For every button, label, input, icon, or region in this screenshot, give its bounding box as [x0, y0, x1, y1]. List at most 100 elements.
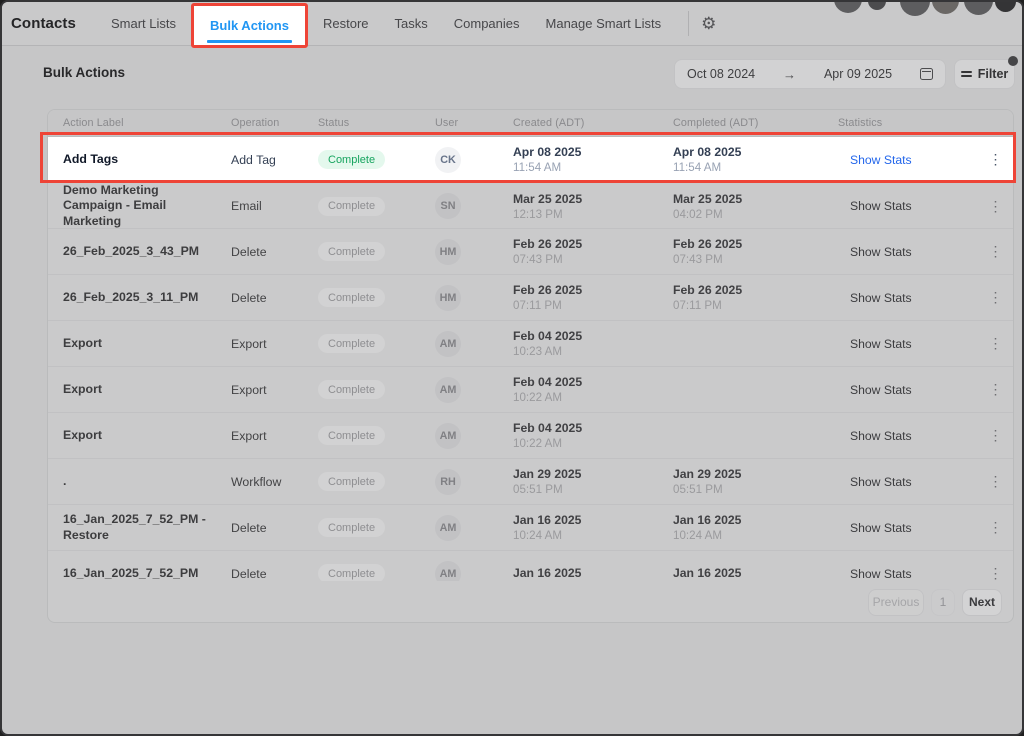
- created-date: Mar 25 2025: [513, 192, 673, 206]
- show-stats-link[interactable]: Show Stats: [838, 153, 912, 167]
- created-time: 07:11 PM: [513, 299, 673, 312]
- column-header-completed: Completed (ADT): [673, 117, 838, 129]
- table-header-row: Action Label Operation Status User Creat…: [48, 110, 1013, 137]
- created-date: Feb 04 2025: [513, 329, 673, 343]
- completed-date: Jan 16 2025: [673, 513, 838, 527]
- created-cell: Jan 16 2025: [513, 566, 673, 582]
- completed-time: 10:24 AM: [673, 529, 838, 542]
- status-badge: Complete: [318, 197, 385, 216]
- kebab-menu-icon[interactable]: ⋮: [983, 561, 1009, 581]
- created-time: 07:43 PM: [513, 253, 673, 266]
- created-date: Jan 16 2025: [513, 566, 673, 580]
- completed-time: 07:11 PM: [673, 299, 838, 312]
- created-date: Apr 08 2025: [513, 145, 673, 159]
- user-initials-avatar: AM: [435, 561, 461, 582]
- created-date: Feb 26 2025: [513, 237, 673, 251]
- created-cell: Jan 16 2025 10:24 AM: [513, 513, 673, 542]
- show-stats-link[interactable]: Show Stats: [838, 475, 912, 489]
- show-stats-link[interactable]: Show Stats: [838, 429, 912, 443]
- show-stats-link[interactable]: Show Stats: [838, 567, 912, 581]
- date-range-picker[interactable]: Oct 08 2024 → Apr 09 2025: [674, 59, 946, 89]
- table-row: 16_Jan_2025_7_52_PM Delete Complete AM J…: [48, 551, 1013, 581]
- status-badge: Complete: [318, 150, 385, 169]
- completed-cell: [673, 435, 838, 437]
- created-cell: Apr 08 2025 11:54 AM: [513, 145, 673, 174]
- kebab-menu-icon[interactable]: ⋮: [983, 515, 1009, 540]
- calendar-icon[interactable]: [920, 68, 933, 80]
- created-time: 10:23 AM: [513, 345, 673, 358]
- completed-cell: Jan 16 2025: [673, 566, 838, 582]
- next-page-button[interactable]: Next: [962, 589, 1002, 616]
- completed-cell: [673, 389, 838, 391]
- created-time: 10:24 AM: [513, 529, 673, 542]
- tab-smart-lists[interactable]: Smart Lists: [98, 2, 189, 46]
- page-number-button[interactable]: 1: [931, 589, 955, 616]
- user-initials-avatar: HM: [435, 285, 461, 311]
- operation-cell: Delete: [231, 521, 318, 535]
- operation-cell: Email: [231, 199, 318, 213]
- arrow-right-icon: →: [783, 67, 796, 82]
- pagination: Previous 1 Next: [48, 581, 1013, 623]
- created-cell: Feb 26 2025 07:11 PM: [513, 283, 673, 312]
- status-badge: Complete: [318, 472, 385, 491]
- tab-bar: Smart Lists Bulk Actions Restore Tasks C…: [98, 0, 716, 48]
- user-initials-avatar: AM: [435, 423, 461, 449]
- action-label-cell: Export: [63, 428, 231, 443]
- kebab-menu-icon[interactable]: ⋮: [983, 194, 1009, 219]
- completed-cell: Feb 26 2025 07:43 PM: [673, 237, 838, 266]
- filter-button[interactable]: Filter: [954, 59, 1015, 89]
- completed-time: 04:02 PM: [673, 208, 838, 221]
- show-stats-link[interactable]: Show Stats: [838, 337, 912, 351]
- table-row: 26_Feb_2025_3_11_PM Delete Complete HM F…: [48, 275, 1013, 321]
- show-stats-link[interactable]: Show Stats: [838, 521, 912, 535]
- completed-cell: Apr 08 2025 11:54 AM: [673, 145, 838, 174]
- action-label-cell: Demo Marketing Campaign - Email Marketin…: [63, 183, 231, 229]
- column-header-user: User: [435, 117, 513, 129]
- kebab-menu-icon[interactable]: ⋮: [983, 331, 1009, 356]
- created-date: Feb 04 2025: [513, 421, 673, 435]
- app-window: Contacts Smart Lists Bulk Actions Restor…: [0, 0, 1024, 736]
- user-initials-avatar: AM: [435, 331, 461, 357]
- user-initials-avatar: AM: [435, 515, 461, 541]
- table-row: 16_Jan_2025_7_52_PM - Restore Delete Com…: [48, 505, 1013, 551]
- date-range-start[interactable]: Oct 08 2024: [687, 67, 755, 81]
- user-initials-avatar: CK: [435, 147, 461, 173]
- page-title: Bulk Actions: [43, 65, 125, 80]
- created-date: Jan 16 2025: [513, 513, 673, 527]
- kebab-menu-icon[interactable]: ⋮: [983, 377, 1009, 402]
- tab-manage-smart-lists[interactable]: Manage Smart Lists: [533, 2, 675, 46]
- column-header-operation: Operation: [231, 117, 318, 129]
- completed-time: 07:43 PM: [673, 253, 838, 266]
- column-header-action-label: Action Label: [63, 117, 231, 129]
- created-cell: Feb 26 2025 07:43 PM: [513, 237, 673, 266]
- table-row: 26_Feb_2025_3_43_PM Delete Complete HM F…: [48, 229, 1013, 275]
- action-label-cell: 26_Feb_2025_3_11_PM: [63, 290, 231, 305]
- tab-companies[interactable]: Companies: [441, 2, 533, 46]
- kebab-menu-icon[interactable]: ⋮: [983, 285, 1009, 310]
- created-cell: Feb 04 2025 10:22 AM: [513, 421, 673, 450]
- column-header-statistics: Statistics: [838, 117, 978, 129]
- kebab-menu-icon[interactable]: ⋮: [983, 469, 1009, 494]
- created-date: Jan 29 2025: [513, 467, 673, 481]
- gear-icon[interactable]: ⚙: [701, 15, 716, 32]
- show-stats-link[interactable]: Show Stats: [838, 291, 912, 305]
- column-header-created: Created (ADT): [513, 117, 673, 129]
- previous-page-button[interactable]: Previous: [868, 589, 924, 616]
- tab-bulk-actions[interactable]: Bulk Actions: [194, 6, 305, 45]
- divider: [688, 11, 689, 36]
- completed-time: 11:54 AM: [673, 161, 838, 174]
- kebab-menu-icon[interactable]: ⋮: [983, 423, 1009, 448]
- table-row: Demo Marketing Campaign - Email Marketin…: [48, 183, 1013, 229]
- show-stats-link[interactable]: Show Stats: [838, 245, 912, 259]
- filter-button-label: Filter: [978, 67, 1009, 81]
- date-range-end[interactable]: Apr 09 2025: [824, 67, 892, 81]
- show-stats-link[interactable]: Show Stats: [838, 199, 912, 213]
- tab-tasks[interactable]: Tasks: [382, 2, 441, 46]
- table-body: Add Tags Add Tag Complete CK Apr 08 2025…: [48, 137, 1013, 581]
- status-badge: Complete: [318, 334, 385, 353]
- bulk-actions-table-card: Action Label Operation Status User Creat…: [47, 109, 1014, 623]
- tab-restore[interactable]: Restore: [310, 2, 382, 46]
- show-stats-link[interactable]: Show Stats: [838, 383, 912, 397]
- kebab-menu-icon[interactable]: ⋮: [983, 239, 1009, 264]
- kebab-menu-icon[interactable]: ⋮: [983, 147, 1009, 172]
